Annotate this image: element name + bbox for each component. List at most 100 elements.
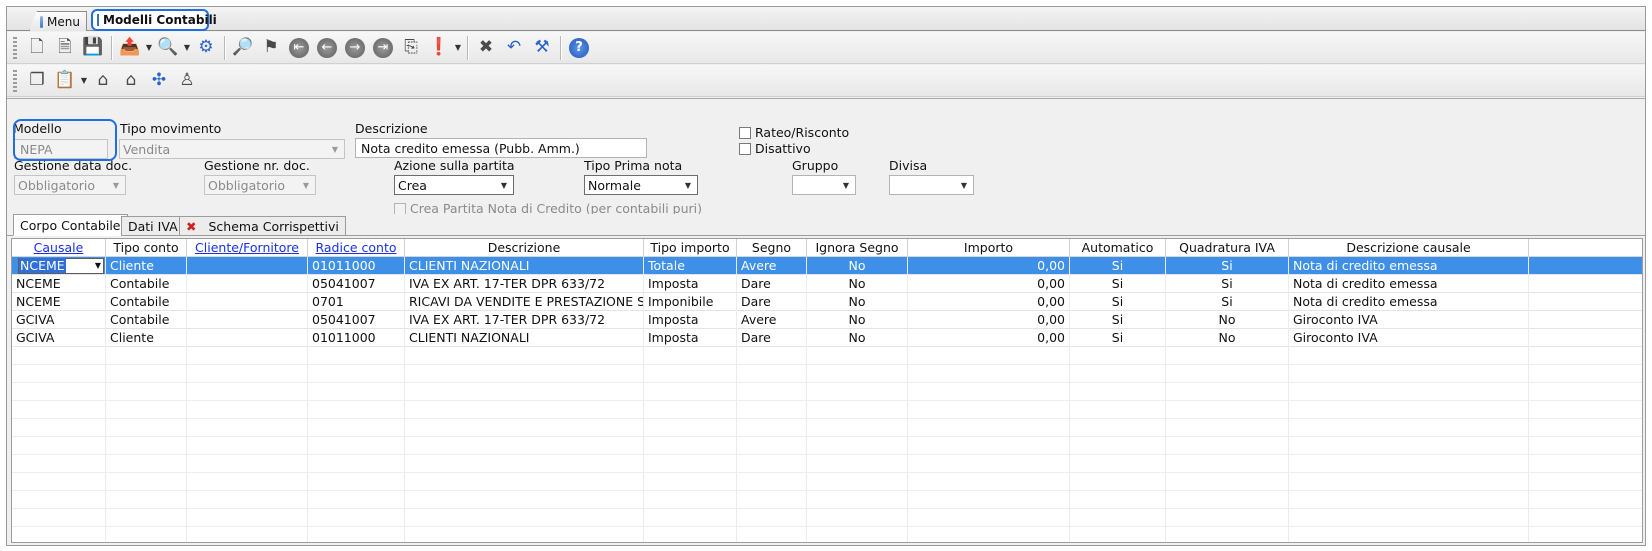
cell-cliente-fornitore[interactable]	[187, 293, 308, 311]
cell-segno[interactable]: Dare	[737, 293, 807, 311]
empty-row[interactable]	[12, 509, 1642, 527]
tab-menu[interactable]: Menu	[29, 11, 87, 31]
cell-automatico[interactable]: Si	[1070, 257, 1166, 275]
cell-importo[interactable]: 0,00	[908, 257, 1070, 275]
undo-icon[interactable]: ↶	[500, 34, 528, 62]
cell-tipo-importo[interactable]: Imponibile	[644, 293, 737, 311]
empty-row[interactable]	[12, 473, 1642, 491]
first-icon[interactable]: ⇤	[285, 34, 313, 62]
column-header-tipo-conto[interactable]: Tipo conto	[106, 239, 187, 257]
cell-cliente-fornitore[interactable]	[187, 329, 308, 347]
copy-icon[interactable]: ⎘	[397, 34, 425, 62]
column-header-ignora-segno[interactable]: Ignora Segno	[807, 239, 908, 257]
toolbar-grip[interactable]	[13, 36, 17, 59]
cell-automatico[interactable]: Si	[1070, 275, 1166, 293]
table-row[interactable]: NCEME Contabile 0701 RICAVI DA VENDITE E PR…	[12, 293, 1642, 311]
gestione-data-select[interactable]: Obbligatorio ▼	[14, 175, 126, 195]
duplicate-icon[interactable]: ❐	[23, 67, 51, 95]
cell-descrizione[interactable]: CLIENTI NAZIONALI	[405, 329, 644, 347]
cell-importo[interactable]: 0,00	[908, 293, 1070, 311]
alert-icon[interactable]: ❗	[425, 34, 453, 62]
tools-icon[interactable]: ⚒	[528, 34, 556, 62]
network-icon[interactable]: ✣	[145, 67, 173, 95]
table-row[interactable]: NCEME Contabile 05041007 IVA EX ART. 17-TER…	[12, 275, 1642, 293]
chevron-down-icon[interactable]: ▼	[95, 259, 101, 273]
causale-editor[interactable]: NCEME ▼	[18, 258, 104, 274]
gruppo-select[interactable]: ▼	[792, 175, 856, 195]
cell-causale[interactable]: NCEME	[12, 275, 106, 293]
cell-radice-conto[interactable]: 01011000	[308, 257, 405, 275]
cell-cliente-fornitore[interactable]	[187, 257, 308, 275]
edit-icon[interactable]: 🗎	[51, 34, 79, 62]
cell-quadratura-iva[interactable]: No	[1166, 311, 1289, 329]
table-row[interactable]: GCIVA Cliente 01011000 CLIENTI NAZIONALI Imp…	[12, 329, 1642, 347]
cell-importo[interactable]: 0,00	[908, 329, 1070, 347]
cell-descrizione-causale[interactable]: Nota di credito emessa	[1289, 257, 1529, 275]
alert-dropdown-icon[interactable]: ▼	[453, 43, 463, 52]
last-icon[interactable]: ⇥	[369, 34, 397, 62]
cell-tipo-conto[interactable]: Cliente	[106, 329, 187, 347]
cell-radice-conto[interactable]: 05041007	[308, 311, 405, 329]
empty-row[interactable]	[12, 491, 1642, 509]
cell-tipo-conto[interactable]: Contabile	[106, 293, 187, 311]
empty-row[interactable]	[12, 455, 1642, 473]
cell-causale[interactable]: NCEME	[12, 293, 106, 311]
gestione-nr-select[interactable]: Obbligatorio ▼	[204, 175, 316, 195]
filter-icon[interactable]: ⚑	[257, 34, 285, 62]
empty-row[interactable]	[12, 365, 1642, 383]
cell-ignora-segno[interactable]: No	[807, 257, 908, 275]
cell-tipo-conto[interactable]: Cliente	[106, 257, 187, 275]
table-row[interactable]: GCIVA Contabile 05041007 IVA EX ART. 17-TER…	[12, 311, 1642, 329]
column-header-quadratura-iva[interactable]: Quadratura IVA	[1166, 239, 1289, 257]
cell-importo[interactable]: 0,00	[908, 311, 1070, 329]
column-header-causale[interactable]: Causale	[12, 239, 106, 257]
import-dropdown-icon[interactable]: ▼	[144, 43, 154, 52]
next-icon[interactable]: →	[341, 34, 369, 62]
cell-radice-conto[interactable]: 01011000	[308, 329, 405, 347]
column-header-segno[interactable]: Segno	[737, 239, 807, 257]
empty-row[interactable]	[12, 347, 1642, 365]
settings-icon[interactable]: ⚙	[192, 34, 220, 62]
tab-schema-corrispettivi[interactable]: ✖ Schema Corrispettivi	[179, 216, 346, 236]
empty-row[interactable]	[12, 401, 1642, 419]
cell-segno[interactable]: Avere	[737, 311, 807, 329]
search-dropdown-icon[interactable]: ▼	[182, 43, 192, 52]
tipo-movimento-select[interactable]: Vendita ▼	[119, 139, 345, 159]
modello-field[interactable]: NEPA	[14, 139, 108, 159]
cell-automatico[interactable]: Si	[1070, 311, 1166, 329]
cell-descrizione[interactable]: IVA EX ART. 17-TER DPR 633/72	[405, 275, 644, 293]
new-icon[interactable]: 🗋	[23, 34, 51, 62]
previous-icon[interactable]: ←	[313, 34, 341, 62]
user-icon[interactable]: ♙	[173, 67, 201, 95]
cell-causale[interactable]: NCEME ▼	[12, 257, 106, 275]
help-icon[interactable]: ?	[565, 34, 593, 62]
toolbar-grip[interactable]	[13, 69, 17, 92]
paste-dropdown-icon[interactable]: ▼	[79, 76, 89, 85]
import-icon[interactable]: 📤	[116, 34, 144, 62]
cell-descrizione-causale[interactable]: Nota di credito emessa	[1289, 293, 1529, 311]
save-icon[interactable]: 💾	[79, 34, 107, 62]
tipo-prima-nota-select[interactable]: Normale ▼	[584, 175, 698, 195]
cell-tipo-importo[interactable]: Totale	[644, 257, 737, 275]
column-header-automatico[interactable]: Automatico	[1070, 239, 1166, 257]
cell-automatico[interactable]: Si	[1070, 293, 1166, 311]
cell-tipo-importo[interactable]: Imposta	[644, 329, 737, 347]
cell-causale[interactable]: GCIVA	[12, 311, 106, 329]
divisa-select[interactable]: ▼	[889, 175, 974, 195]
cell-ignora-segno[interactable]: No	[807, 293, 908, 311]
column-header-descrizione[interactable]: Descrizione	[405, 239, 644, 257]
cell-quadratura-iva[interactable]: Si	[1166, 293, 1289, 311]
column-header-radice-conto[interactable]: Radice conto	[308, 239, 405, 257]
cell-descrizione-causale[interactable]: Giroconto IVA	[1289, 329, 1529, 347]
cell-tipo-importo[interactable]: Imposta	[644, 275, 737, 293]
cell-cliente-fornitore[interactable]	[187, 311, 308, 329]
disattivo-checkbox[interactable]: Disattivo	[739, 141, 811, 156]
tab-dati-iva[interactable]: Dati IVA	[121, 216, 185, 236]
paste-icon[interactable]: 📋	[51, 67, 79, 95]
cell-segno[interactable]: Avere	[737, 257, 807, 275]
descrizione-field[interactable]: Nota credito emessa (Pubb. Amm.)	[355, 138, 647, 158]
empty-row[interactable]	[12, 383, 1642, 401]
empty-row[interactable]	[12, 419, 1642, 437]
column-header-tipo-importo[interactable]: Tipo importo	[644, 239, 737, 257]
cell-segno[interactable]: Dare	[737, 329, 807, 347]
